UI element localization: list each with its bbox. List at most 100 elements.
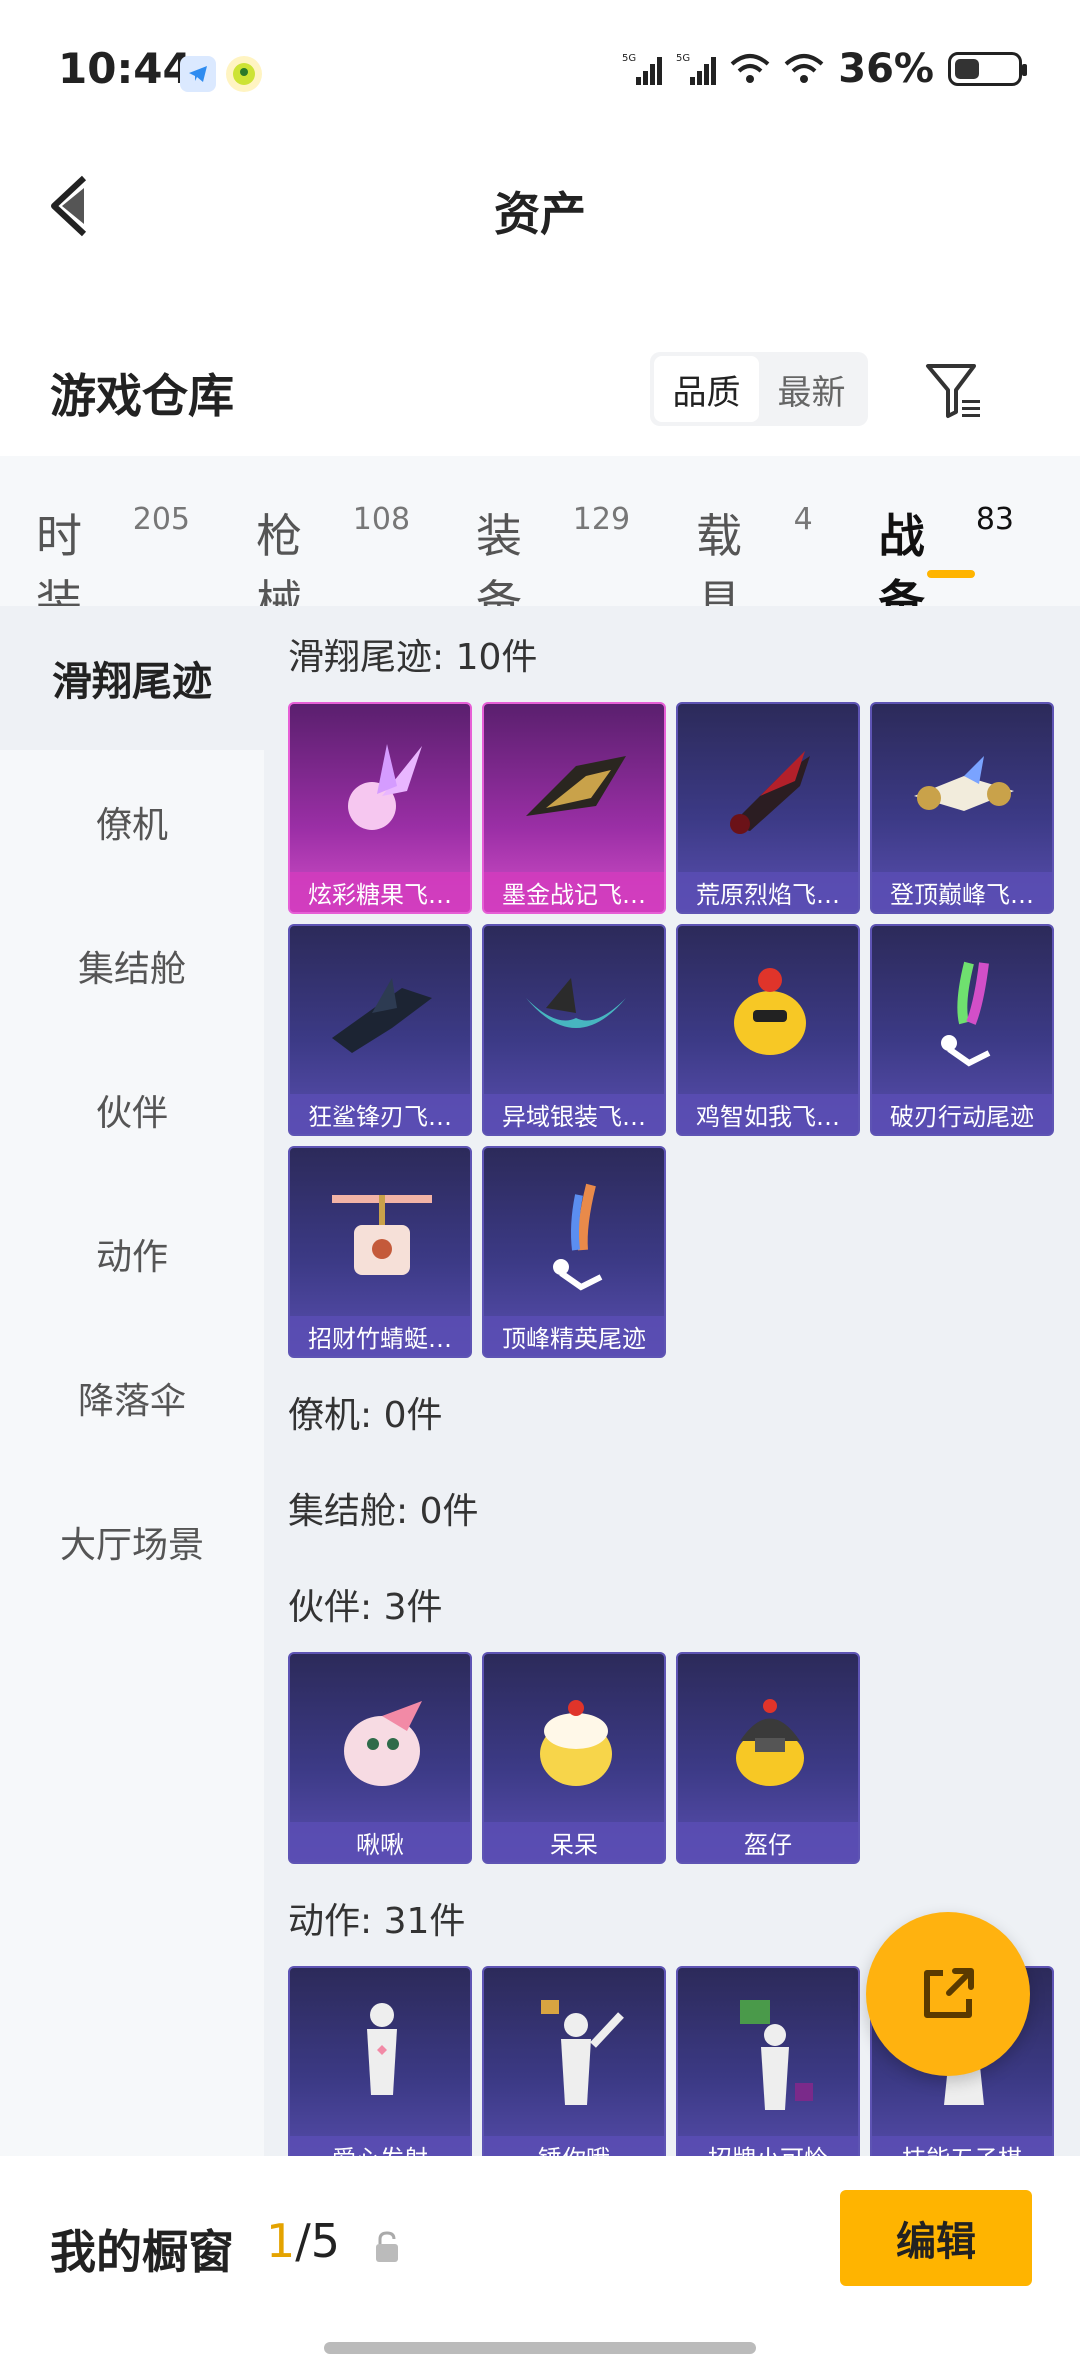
sidebar-item-action[interactable]: 动作 bbox=[0, 1182, 264, 1326]
item-card[interactable]: 招财竹蜻蜓… bbox=[288, 1146, 472, 1358]
sidebar-item-partner[interactable]: 伙伴 bbox=[0, 1038, 264, 1182]
filter-icon bbox=[926, 364, 980, 418]
sidebar-item-wingman[interactable]: 僚机 bbox=[0, 750, 264, 894]
item-name: 技能五子棋 bbox=[872, 2136, 1052, 2156]
section-title: 滑翔尾迹: 10件 bbox=[288, 637, 538, 678]
item-name: 荒原烈焰飞… bbox=[678, 872, 858, 912]
item-card[interactable]: 招牌小可怜 bbox=[676, 1966, 860, 2156]
item-name: 招财竹蜻蜓… bbox=[290, 1316, 470, 1356]
section-title: 集结舱: 0件 bbox=[288, 1491, 479, 1532]
sort-newest[interactable]: 最新 bbox=[759, 356, 864, 422]
item-name: 招牌小可怜 bbox=[678, 2136, 858, 2156]
warehouse-bar: 游戏仓库 品质 最新 bbox=[0, 330, 1080, 450]
item-name: 盔仔 bbox=[678, 1822, 858, 1862]
item-name: 炫彩糖果飞… bbox=[290, 872, 470, 912]
page-title: 资产 bbox=[494, 187, 586, 241]
pink-bird-icon bbox=[320, 1676, 444, 1806]
trail-icon bbox=[514, 1170, 638, 1300]
item-card[interactable]: 呆呆 bbox=[482, 1652, 666, 1864]
tab-active-indicator bbox=[926, 570, 975, 578]
item-name: 鸡智如我飞… bbox=[678, 1094, 858, 1134]
share-icon bbox=[924, 1968, 974, 2018]
item-name: 顶峰精英尾迹 bbox=[484, 1316, 664, 1356]
item-card[interactable]: 锤你哦 bbox=[482, 1966, 666, 2156]
item-card[interactable]: 墨金战记飞… bbox=[482, 702, 666, 914]
item-card[interactable]: 啾啾 bbox=[288, 1652, 472, 1864]
candy-icon bbox=[320, 726, 444, 856]
share-button[interactable] bbox=[866, 1912, 1030, 2076]
wifi-icon bbox=[730, 54, 770, 83]
category-tabs: 时装 205 枪械 108 装备 129 载具 4 战备 83 bbox=[0, 456, 1080, 629]
filter-button[interactable] bbox=[920, 356, 990, 426]
tab-guns[interactable]: 枪械 108 bbox=[256, 456, 411, 629]
sort-quality[interactable]: 品质 bbox=[654, 356, 759, 422]
tab-vehicles[interactable]: 载具 4 bbox=[696, 456, 813, 629]
helmet-chick-icon bbox=[708, 1676, 832, 1806]
status-time: 10:44 bbox=[58, 44, 192, 93]
lock-icon bbox=[372, 2230, 402, 2264]
item-name: 狂鲨锋刃飞… bbox=[290, 1094, 470, 1134]
sign-pose-icon bbox=[708, 1990, 832, 2120]
item-card[interactable]: 荒原烈焰飞… bbox=[676, 702, 860, 914]
tab-count: 83 bbox=[975, 502, 1014, 537]
tab-equipment[interactable]: 装备 129 bbox=[476, 456, 631, 629]
net1-label: 5G bbox=[622, 53, 636, 64]
exotic-wing-icon bbox=[514, 948, 638, 1078]
sidebar-item-pod[interactable]: 集结舱 bbox=[0, 894, 264, 1038]
hammer-pose-icon bbox=[514, 1990, 638, 2120]
glide-grid: 炫彩糖果飞… 墨金战记飞… 荒原烈焰飞… 登顶巅峰飞… 狂鲨锋刃飞… 异域银装飞… bbox=[288, 702, 1058, 1358]
jet-icon bbox=[514, 726, 638, 856]
chicken-icon bbox=[708, 948, 832, 1078]
item-name: 锤你哦 bbox=[484, 2136, 664, 2156]
item-name: 啾啾 bbox=[290, 1822, 470, 1862]
item-card[interactable]: 爱心发射 bbox=[288, 1966, 472, 2156]
tab-count: 4 bbox=[793, 502, 813, 537]
partner-grid: 啾啾 呆呆 盔仔 bbox=[288, 1652, 1058, 1864]
wifi-icon-2 bbox=[784, 54, 824, 83]
sidebar-item-parachute[interactable]: 降落伞 bbox=[0, 1326, 264, 1470]
item-card[interactable]: 破刃行动尾迹 bbox=[870, 924, 1054, 1136]
item-card[interactable]: 狂鲨锋刃飞… bbox=[288, 924, 472, 1136]
section-title: 伙伴: 3件 bbox=[288, 1587, 443, 1628]
battery-icon bbox=[948, 52, 1027, 86]
showcase-label: 我的橱窗 bbox=[50, 2225, 234, 2279]
showcase-count: 1/5 bbox=[266, 2214, 340, 2268]
sidebar: 滑翔尾迹 僚机 集结舱 伙伴 动作 降落伞 大厅场景 bbox=[0, 606, 264, 2156]
shark-icon bbox=[320, 948, 444, 1078]
home-indicator[interactable] bbox=[324, 2342, 756, 2354]
item-card[interactable]: 登顶巅峰飞… bbox=[870, 702, 1054, 914]
battery-percent: 36% bbox=[838, 46, 934, 92]
tab-count: 108 bbox=[352, 502, 411, 537]
item-card[interactable]: 盔仔 bbox=[676, 1652, 860, 1864]
sort-toggle: 品质 最新 bbox=[650, 352, 868, 426]
signal-icon-2: 5G bbox=[676, 53, 717, 85]
signal-icon: 5G bbox=[622, 53, 663, 85]
tab-count: 205 bbox=[132, 502, 191, 537]
item-card[interactable]: 异域银装飞… bbox=[482, 924, 666, 1136]
sidebar-item-glide-trail[interactable]: 滑翔尾迹 bbox=[0, 606, 264, 750]
item-name: 墨金战记飞… bbox=[484, 872, 664, 912]
header: 资产 bbox=[0, 140, 1080, 270]
edit-button[interactable]: 编辑 bbox=[840, 2190, 1032, 2286]
tab-combat-gear[interactable]: 战备 83 bbox=[879, 456, 1014, 629]
item-card[interactable]: 炫彩糖果飞… bbox=[288, 702, 472, 914]
flame-gun-icon bbox=[708, 726, 832, 856]
tab-count: 129 bbox=[572, 502, 631, 537]
status-bar: 10:44 5G 5G 36% bbox=[0, 0, 1080, 140]
item-card[interactable]: 鸡智如我飞… bbox=[676, 924, 860, 1136]
item-name: 呆呆 bbox=[484, 1822, 664, 1862]
trail-icon bbox=[902, 948, 1026, 1078]
plane-icon bbox=[902, 726, 1026, 856]
status-right: 5G 5G 36% bbox=[622, 46, 1027, 92]
showcase-total: /5 bbox=[295, 2214, 341, 2268]
tab-fashion[interactable]: 时装 205 bbox=[36, 456, 191, 629]
net2-label: 5G bbox=[676, 53, 690, 64]
sidebar-item-lobby-scene[interactable]: 大厅场景 bbox=[0, 1470, 264, 1614]
item-name: 破刃行动尾迹 bbox=[872, 1094, 1052, 1134]
bamboo-copter-icon bbox=[320, 1170, 444, 1300]
item-card[interactable]: 顶峰精英尾迹 bbox=[482, 1146, 666, 1358]
bottom-bar: 我的橱窗 1/5 编辑 bbox=[0, 2156, 1080, 2376]
section-title: 僚机: 0件 bbox=[288, 1395, 443, 1436]
telegram-icon bbox=[180, 56, 216, 92]
heart-pose-icon bbox=[320, 1990, 444, 2120]
